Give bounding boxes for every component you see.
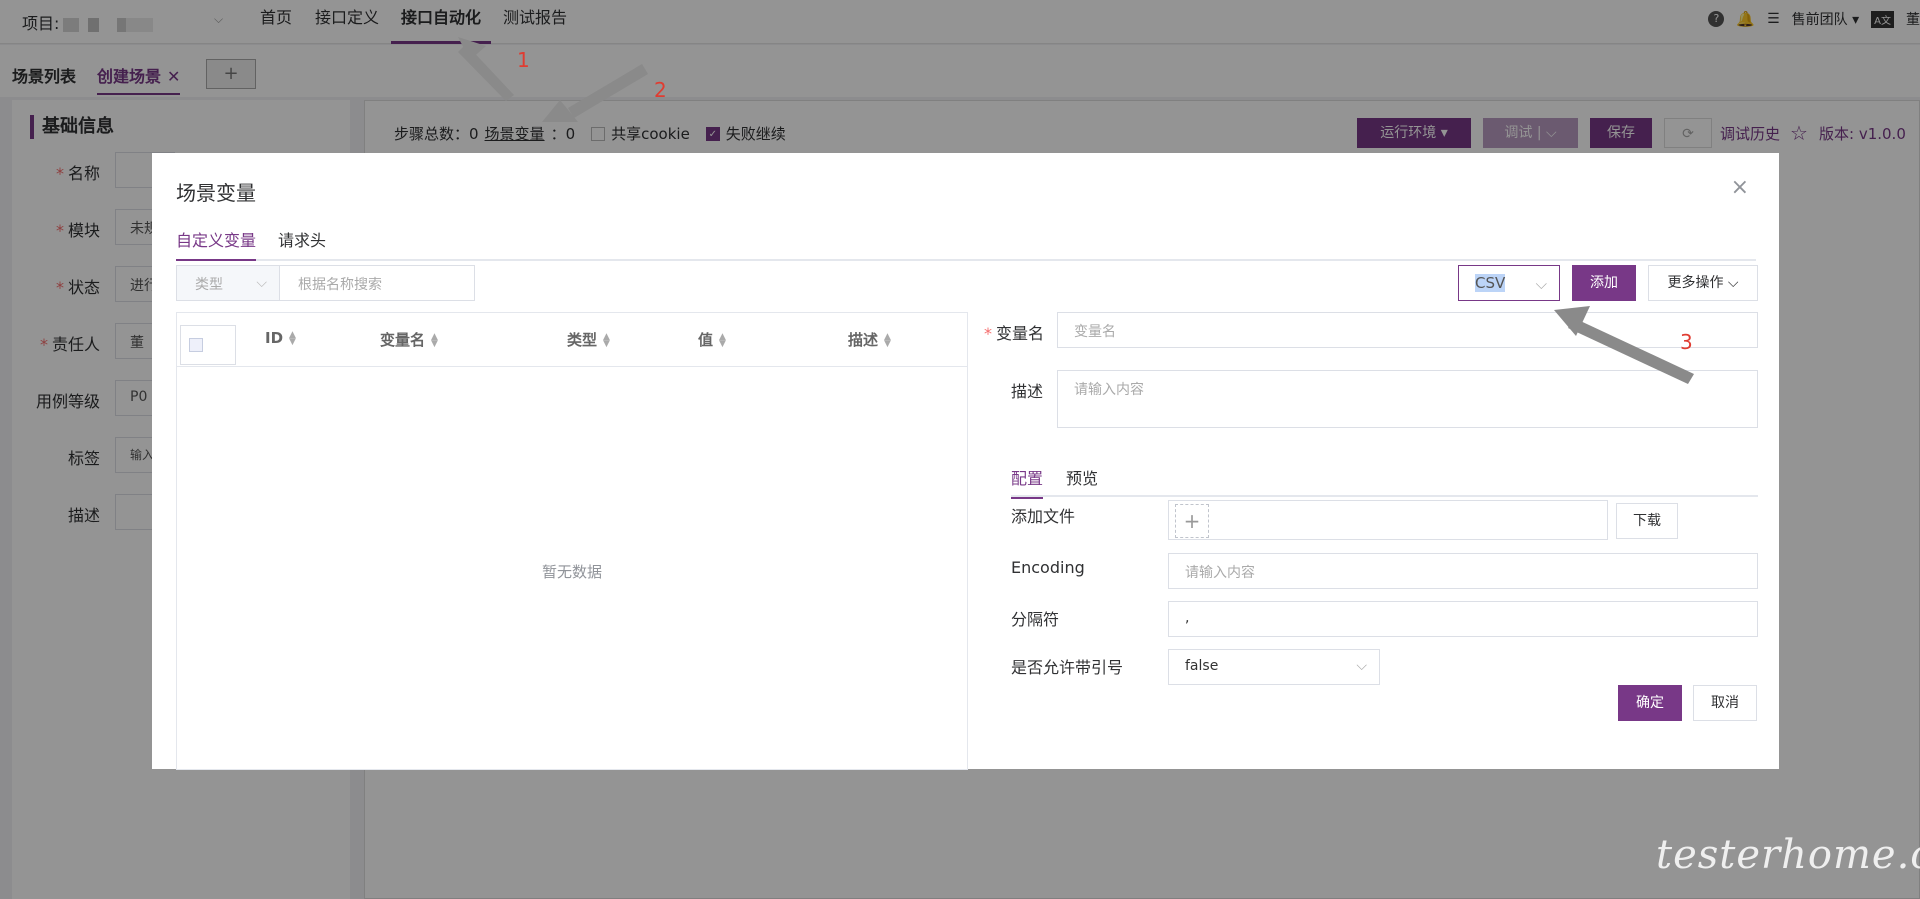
annotation-label-3: 3	[1680, 330, 1693, 354]
arrow-3-shaft	[1568, 318, 1694, 384]
annotation-label-1: 1	[517, 48, 530, 72]
annotation-label-2: 2	[654, 78, 667, 102]
arrow-2-shaft	[568, 64, 648, 118]
watermark: testerhome.com	[1656, 832, 1920, 878]
annotation-arrows	[458, 37, 1694, 384]
